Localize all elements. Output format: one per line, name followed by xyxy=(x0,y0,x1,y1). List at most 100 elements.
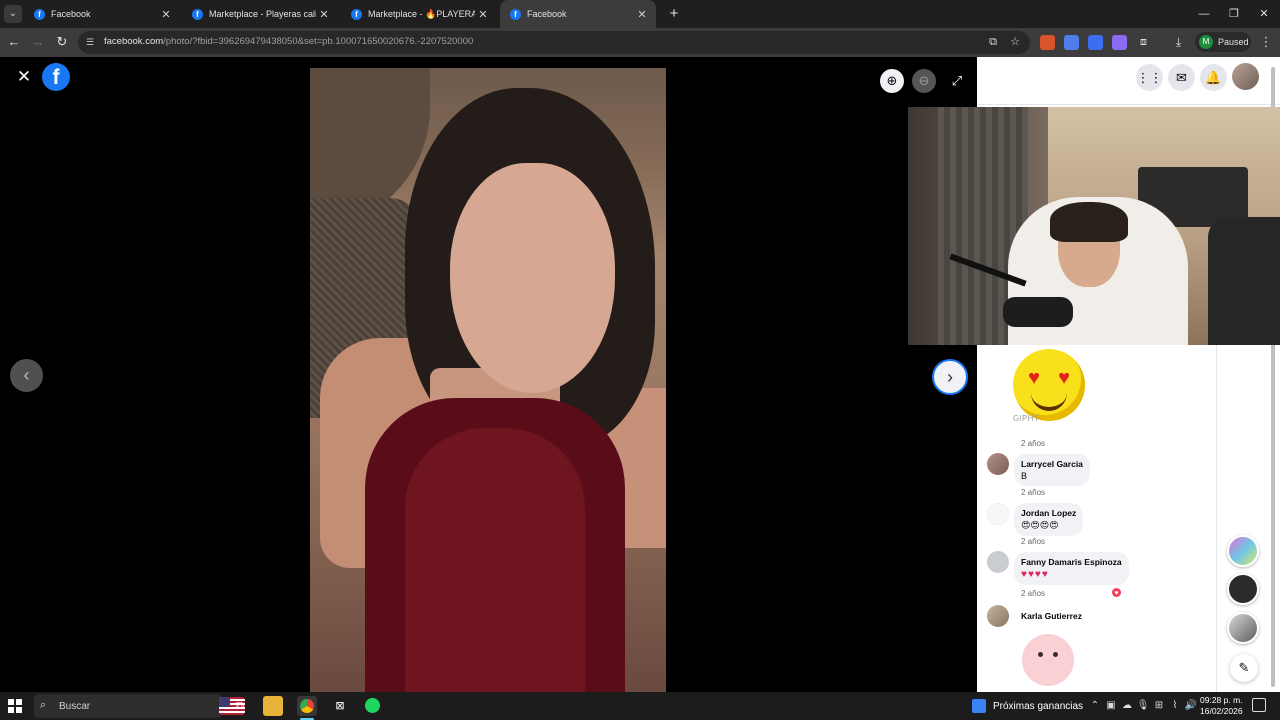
tab-search-button[interactable]: ⌄ xyxy=(4,5,22,23)
fullscreen-icon[interactable]: ⤢ xyxy=(948,71,966,91)
windows-start-icon[interactable] xyxy=(8,699,22,713)
smile-shape xyxy=(1031,393,1067,411)
restore-button[interactable]: ❐ xyxy=(1218,0,1250,28)
close-window-button[interactable]: ✕ xyxy=(1248,0,1280,28)
comment-text: 😍😍😍😍 xyxy=(1021,520,1059,530)
facebook-favicon-icon: f xyxy=(34,8,45,20)
close-viewer-icon[interactable]: ✕ xyxy=(14,67,34,87)
date: 16/02/2026 xyxy=(1200,706,1243,716)
zoom-out-icon[interactable]: ⊖ xyxy=(912,69,936,93)
site-info-icon[interactable]: ☰ xyxy=(86,36,98,48)
tab-close-icon[interactable]: ✕ xyxy=(158,8,174,21)
comment-author[interactable]: Larrycel Garcia xyxy=(1021,459,1083,469)
search-icon: ⌕ xyxy=(40,699,47,711)
heart-eyes-emoji[interactable]: ♥ ♥ xyxy=(1013,349,1085,421)
profile-button[interactable]: M Paused xyxy=(1195,32,1251,52)
time: 09:28 p. m. xyxy=(1200,695,1243,705)
terminal-app-icon[interactable]: ⊠ xyxy=(330,696,350,716)
extension-purple-icon[interactable] xyxy=(1112,35,1127,50)
notification-center-icon[interactable] xyxy=(1252,698,1266,712)
avatar[interactable] xyxy=(987,453,1009,475)
new-message-icon[interactable]: ✎ xyxy=(1230,654,1258,682)
comment-time[interactable]: 2 años xyxy=(1021,488,1045,497)
forward-button[interactable]: → xyxy=(28,32,48,52)
apps-icon[interactable]: ⋮⋮ xyxy=(1136,64,1163,91)
comment-time[interactable]: 2 años xyxy=(1021,439,1045,448)
back-button[interactable]: ← xyxy=(4,32,24,52)
comment-text: ♥♥♥♥ xyxy=(1021,569,1049,580)
address-bar[interactable]: ☰ facebook.com/photo/?fbid=3962694794380… xyxy=(78,31,1030,54)
love-reaction-icon[interactable]: ♥ xyxy=(1111,587,1122,598)
giphy-attribution: GIPHY xyxy=(1013,414,1040,423)
install-app-icon[interactable]: ⧉ xyxy=(986,35,1000,49)
tab-marketplace-1[interactable]: f Marketplace - Playeras calidad ✕ xyxy=(182,0,338,28)
new-tab-button[interactable]: + xyxy=(664,4,684,24)
tray-app-icon[interactable]: ⊞ xyxy=(1152,697,1166,715)
webcam-overlay xyxy=(908,107,1280,345)
extension-fox-icon[interactable] xyxy=(1040,35,1055,50)
browser-menu-icon[interactable]: ⋮ xyxy=(1258,32,1274,52)
comment-author[interactable]: Karla Gutierrez xyxy=(1021,611,1082,621)
bookmark-star-icon[interactable]: ☆ xyxy=(1008,35,1022,49)
chat-sidebar-divider xyxy=(1216,345,1217,692)
comment-bubble: Jordan Lopez 😍😍😍😍 xyxy=(1014,503,1084,536)
default-avatar-icon[interactable] xyxy=(987,551,1009,573)
search-placeholder: Buscar xyxy=(59,701,91,712)
extension-shield-icon[interactable] xyxy=(1088,35,1103,50)
zoom-in-icon[interactable]: ⊕ xyxy=(880,69,904,93)
tab-close-icon[interactable]: ✕ xyxy=(316,8,332,21)
tray-cloud-icon[interactable]: ☁ xyxy=(1120,697,1134,715)
chrome-icon[interactable] xyxy=(297,696,317,716)
file-explorer-icon[interactable] xyxy=(263,696,283,716)
avatar[interactable] xyxy=(987,503,1009,525)
tab-strip: ⌄ f Facebook ✕ f Marketplace - Playeras … xyxy=(0,0,1280,28)
heart-eye-icon: ♥ xyxy=(1028,367,1040,389)
profile-avatar: M xyxy=(1199,35,1213,49)
chat-head-avatar[interactable] xyxy=(1227,535,1259,567)
downloads-icon[interactable]: ⤓ xyxy=(1171,35,1186,50)
show-hidden-icons[interactable]: ⌃ xyxy=(1088,697,1102,715)
task-view-icon[interactable]: ⧉ xyxy=(230,696,250,716)
volume-icon[interactable]: 🔊 xyxy=(1184,697,1198,715)
account-avatar[interactable] xyxy=(1232,63,1259,90)
url-text[interactable]: facebook.com/photo/?fbid=396269479438050… xyxy=(104,36,473,47)
browser-toolbar: ← → ↻ ☰ facebook.com/photo/?fbid=3962694… xyxy=(0,28,1280,57)
tab-close-icon[interactable]: ✕ xyxy=(475,8,491,21)
extension-translate-icon[interactable] xyxy=(1064,35,1079,50)
messenger-icon[interactable]: ✉ xyxy=(1168,64,1195,91)
notifications-icon[interactable]: 🔔 xyxy=(1200,64,1227,91)
comment-author[interactable]: Jordan Lopez xyxy=(1021,508,1076,518)
comment-author[interactable]: Fanny Damaris Espinoza xyxy=(1021,557,1122,567)
comment-time[interactable]: 2 años xyxy=(1021,537,1045,546)
photo-face-shape xyxy=(450,163,615,393)
avatar[interactable] xyxy=(987,605,1009,627)
tab-facebook-1[interactable]: f Facebook ✕ xyxy=(24,0,180,28)
pink-bunny-sticker[interactable] xyxy=(1022,634,1074,686)
tab-marketplace-2[interactable]: f Marketplace - 🔥PLAYERAS G5 ✕ xyxy=(341,0,497,28)
comment-time[interactable]: 2 años xyxy=(1021,589,1045,598)
facebook-favicon-icon: f xyxy=(351,8,362,20)
previous-photo-button[interactable]: ‹ xyxy=(10,359,43,392)
taskbar-search[interactable]: ⌕ Buscar xyxy=(34,694,245,718)
main-photo[interactable] xyxy=(310,68,666,692)
taskbar: ⌕ Buscar ⧉ ⊠ Próximas ganancias ⌃ ▣ ☁ 🎙 … xyxy=(0,692,1280,720)
chat-head-avatar[interactable] xyxy=(1227,612,1259,644)
profile-status: Paused xyxy=(1218,37,1249,47)
sticker-eye xyxy=(1053,652,1058,657)
microphone-icon[interactable]: 🎙 xyxy=(1136,697,1150,715)
wifi-icon[interactable]: ⌇ xyxy=(1168,697,1182,715)
reload-button[interactable]: ↻ xyxy=(52,32,72,52)
facebook-logo-icon[interactable]: f xyxy=(42,63,70,91)
widgets-news[interactable]: Próximas ganancias xyxy=(972,696,1083,716)
tab-facebook-active[interactable]: f Facebook ✕ xyxy=(500,0,656,28)
minimize-button[interactable]: — xyxy=(1188,0,1220,28)
chat-head-avatar[interactable] xyxy=(1227,573,1259,605)
tab-close-icon[interactable]: ✕ xyxy=(634,8,650,21)
next-photo-button[interactable]: › xyxy=(932,359,968,395)
extensions-puzzle-icon[interactable]: ⧈ xyxy=(1136,35,1151,50)
spotify-icon[interactable] xyxy=(362,696,382,716)
facebook-favicon-icon: f xyxy=(510,8,521,20)
tray-app-icon[interactable]: ▣ xyxy=(1104,697,1118,715)
clock[interactable]: 09:28 p. m. 16/02/2026 xyxy=(1200,695,1243,717)
cam-hair-shape xyxy=(1050,202,1128,242)
